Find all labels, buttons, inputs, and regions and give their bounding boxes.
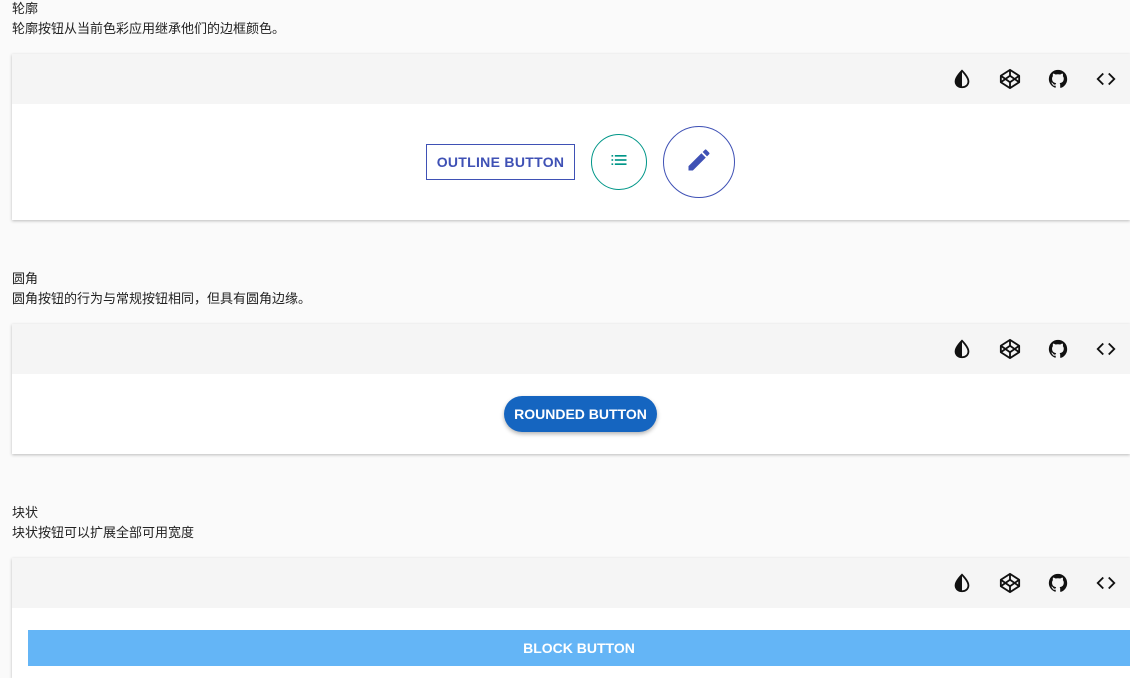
code-icon[interactable] bbox=[1082, 558, 1130, 608]
example-card-block: BLOCK BUTTON bbox=[12, 558, 1130, 678]
pencil-icon bbox=[685, 146, 713, 179]
github-icon[interactable] bbox=[1034, 54, 1082, 104]
example-card-outline: OUTLINE BUTTON bbox=[12, 54, 1130, 220]
invert-colors-icon[interactable] bbox=[938, 558, 986, 608]
card-toolbar bbox=[12, 54, 1130, 104]
section-title: 圆角 bbox=[12, 271, 39, 286]
outline-icon-button-list[interactable] bbox=[591, 134, 647, 190]
section-outline: 轮廓 轮廓按钮从当前色彩应用继承他们的边框颜色。 bbox=[12, 0, 1130, 38]
section-title: 轮廓 bbox=[12, 1, 39, 16]
code-icon[interactable] bbox=[1082, 54, 1130, 104]
example-card-rounded: ROUNDED BUTTON bbox=[12, 324, 1130, 454]
card-toolbar bbox=[12, 324, 1130, 374]
codepen-icon[interactable] bbox=[986, 558, 1034, 608]
section-description: 块状按钮可以扩展全部可用宽度 bbox=[12, 525, 195, 540]
github-icon[interactable] bbox=[1034, 324, 1082, 374]
codepen-icon[interactable] bbox=[986, 324, 1034, 374]
invert-colors-icon[interactable] bbox=[938, 324, 986, 374]
code-icon[interactable] bbox=[1082, 324, 1130, 374]
card-body: BLOCK BUTTON bbox=[12, 608, 1130, 678]
section-title: 块状 bbox=[12, 505, 39, 520]
card-body: ROUNDED BUTTON bbox=[12, 374, 1130, 454]
list-icon bbox=[609, 150, 629, 175]
card-toolbar bbox=[12, 558, 1130, 608]
outline-button[interactable]: OUTLINE BUTTON bbox=[426, 144, 575, 180]
outline-icon-button-edit[interactable] bbox=[663, 126, 735, 198]
rounded-button[interactable]: ROUNDED BUTTON bbox=[504, 396, 657, 432]
codepen-icon[interactable] bbox=[986, 54, 1034, 104]
section-rounded: 圆角 圆角按钮的行为与常规按钮相同，但具有圆角边缘。 bbox=[12, 270, 1130, 308]
invert-colors-icon[interactable] bbox=[938, 54, 986, 104]
section-description: 轮廓按钮从当前色彩应用继承他们的边框颜色。 bbox=[12, 21, 286, 36]
block-button[interactable]: BLOCK BUTTON bbox=[28, 630, 1130, 666]
section-block: 块状 块状按钮可以扩展全部可用宽度 bbox=[12, 504, 1130, 542]
card-body: OUTLINE BUTTON bbox=[12, 104, 1130, 220]
github-icon[interactable] bbox=[1034, 558, 1082, 608]
section-description: 圆角按钮的行为与常规按钮相同，但具有圆角边缘。 bbox=[12, 291, 312, 306]
